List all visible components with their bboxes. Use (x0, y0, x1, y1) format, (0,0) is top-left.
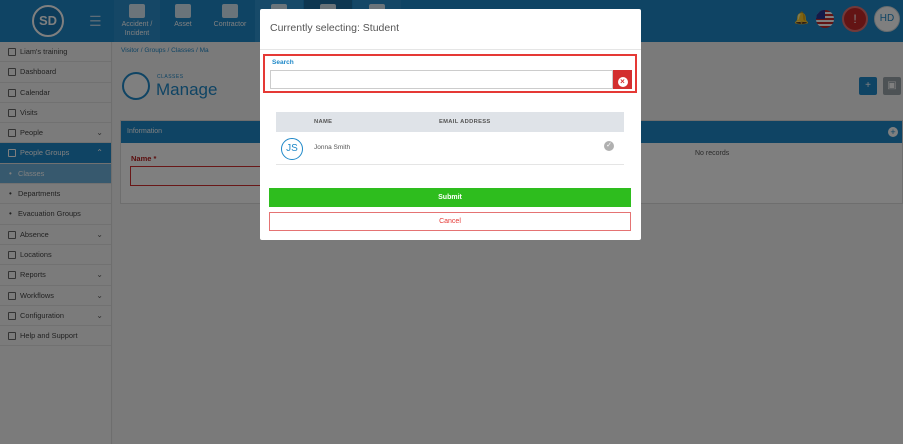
column-header-name: NAME (314, 119, 333, 125)
search-label: Search (272, 59, 294, 66)
person-name: Jonna Smith (314, 144, 351, 151)
results-table: NAME EMAIL ADDRESS JS Jonna Smith ✓ (276, 112, 624, 165)
select-student-modal: Currently selecting: Student Search × NA… (260, 9, 641, 240)
modal-divider (260, 49, 641, 50)
table-row[interactable]: JS Jonna Smith ✓ (276, 132, 624, 165)
check-icon[interactable]: ✓ (604, 141, 614, 151)
avatar: JS (281, 138, 303, 160)
search-input[interactable] (270, 70, 613, 89)
column-header-email: EMAIL ADDRESS (439, 119, 491, 125)
search-section: Search × (263, 54, 637, 93)
results-table-header: NAME EMAIL ADDRESS (276, 112, 624, 132)
modal-title: Currently selecting: Student (270, 22, 399, 34)
submit-button[interactable]: Submit (269, 188, 631, 207)
close-icon: × (617, 76, 628, 87)
cancel-button[interactable]: Cancel (269, 212, 631, 231)
clear-search-button[interactable]: × (613, 70, 632, 89)
